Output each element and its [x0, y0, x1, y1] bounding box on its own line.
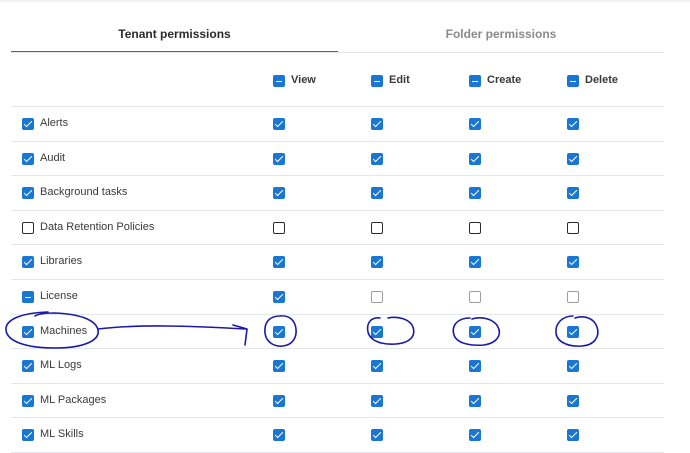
table-row: Machines: [11, 315, 664, 350]
background-tasks-create-checkbox[interactable]: [469, 187, 481, 200]
tab-folder-permissions[interactable]: Folder permissions: [338, 16, 664, 52]
data-retention-policies-view-checkbox[interactable]: [273, 221, 285, 234]
audit-edit-checkbox[interactable]: [371, 152, 383, 165]
audit-view-checkbox[interactable]: [273, 152, 285, 165]
license-view-checkbox[interactable]: [273, 291, 285, 303]
ml-skills-edit-checkbox[interactable]: [371, 429, 383, 442]
row-label-background-tasks: Background tasks: [40, 186, 128, 199]
row-label-libraries: Libraries: [40, 255, 83, 268]
background-tasks-edit-checkbox[interactable]: [371, 187, 383, 200]
row-label-ml-logs: ML Logs: [40, 359, 82, 372]
data-retention-policies-create-checkbox[interactable]: [469, 221, 481, 234]
table-row: Data Retention Policies: [11, 211, 664, 246]
ml-logs-create-checkbox[interactable]: [469, 360, 481, 373]
column-header-delete: Delete: [585, 74, 619, 86]
machines-edit-checkbox[interactable]: [371, 325, 383, 338]
select-all-edit-checkbox[interactable]: [371, 75, 383, 87]
permission-tabs: Tenant permissions Folder permissions: [11, 16, 664, 54]
row-checkbox-data-retention-policies[interactable]: [22, 221, 34, 234]
machines-create-checkbox[interactable]: [469, 325, 481, 338]
select-all-create-checkbox[interactable]: [469, 75, 481, 87]
libraries-delete-checkbox[interactable]: [567, 256, 579, 269]
libraries-edit-checkbox[interactable]: [371, 256, 383, 269]
machines-delete-checkbox[interactable]: [567, 325, 579, 338]
column-header-create: Create: [487, 74, 522, 86]
table-row: ML Logs: [11, 349, 664, 384]
ml-packages-view-checkbox[interactable]: [273, 394, 285, 407]
ml-skills-delete-checkbox[interactable]: [567, 429, 579, 442]
table-row: Alerts: [11, 107, 664, 142]
row-checkbox-audit[interactable]: [22, 152, 34, 165]
background-tasks-view-checkbox[interactable]: [273, 187, 285, 200]
row-label-ml-packages: ML Packages: [40, 393, 107, 406]
table-row: ML Skills: [11, 418, 664, 453]
table-row: ML Packages: [11, 384, 664, 419]
ml-logs-view-checkbox[interactable]: [273, 360, 285, 373]
row-label-alerts: Alerts: [40, 117, 69, 129]
ml-logs-delete-checkbox[interactable]: [567, 360, 579, 373]
data-retention-policies-edit-checkbox[interactable]: [371, 221, 383, 234]
table-row: Background tasks: [11, 176, 664, 211]
background-tasks-delete-checkbox[interactable]: [567, 187, 579, 200]
alerts-create-checkbox[interactable]: [469, 118, 481, 130]
table-row: Audit: [11, 142, 664, 177]
row-label-audit: Audit: [40, 151, 66, 164]
row-checkbox-libraries[interactable]: [22, 256, 34, 269]
column-header-view: View: [291, 74, 316, 86]
row-checkbox-background-tasks[interactable]: [22, 187, 34, 200]
tabs-divider: [11, 52, 664, 53]
license-edit-checkbox[interactable]: [371, 291, 383, 303]
top-divider: [0, 0, 690, 2]
ml-packages-create-checkbox[interactable]: [469, 394, 481, 407]
alerts-delete-checkbox[interactable]: [567, 118, 579, 130]
libraries-view-checkbox[interactable]: [273, 256, 285, 269]
ml-skills-view-checkbox[interactable]: [273, 429, 285, 442]
row-checkbox-license[interactable]: [22, 291, 34, 303]
table-header-row: View Edit Create Delete: [11, 54, 664, 107]
audit-delete-checkbox[interactable]: [567, 152, 579, 165]
select-all-delete-checkbox[interactable]: [567, 75, 579, 87]
table-row: Libraries: [11, 245, 664, 280]
machines-view-checkbox[interactable]: [273, 325, 285, 338]
ml-skills-create-checkbox[interactable]: [469, 429, 481, 442]
ml-packages-edit-checkbox[interactable]: [371, 394, 383, 407]
select-all-view-checkbox[interactable]: [273, 75, 285, 87]
row-checkbox-ml-logs[interactable]: [22, 360, 34, 373]
table-row: License: [11, 280, 664, 315]
ml-packages-delete-checkbox[interactable]: [567, 394, 579, 407]
row-label-license: License: [40, 290, 78, 302]
data-retention-policies-delete-checkbox[interactable]: [567, 221, 579, 234]
audit-create-checkbox[interactable]: [469, 152, 481, 165]
row-checkbox-ml-skills[interactable]: [22, 429, 34, 442]
libraries-create-checkbox[interactable]: [469, 256, 481, 269]
row-label-data-retention-policies: Data Retention Policies: [40, 220, 155, 233]
row-checkbox-ml-packages[interactable]: [22, 394, 34, 407]
column-header-edit: Edit: [389, 74, 410, 86]
license-create-checkbox[interactable]: [469, 291, 481, 303]
row-label-machines: Machines: [40, 324, 88, 337]
tab-tenant-permissions[interactable]: Tenant permissions: [11, 16, 338, 52]
ml-logs-edit-checkbox[interactable]: [371, 360, 383, 373]
alerts-edit-checkbox[interactable]: [371, 118, 383, 130]
alerts-view-checkbox[interactable]: [273, 118, 285, 130]
license-delete-checkbox[interactable]: [567, 291, 579, 303]
row-checkbox-machines[interactable]: [22, 325, 34, 338]
row-checkbox-alerts[interactable]: [22, 118, 34, 130]
